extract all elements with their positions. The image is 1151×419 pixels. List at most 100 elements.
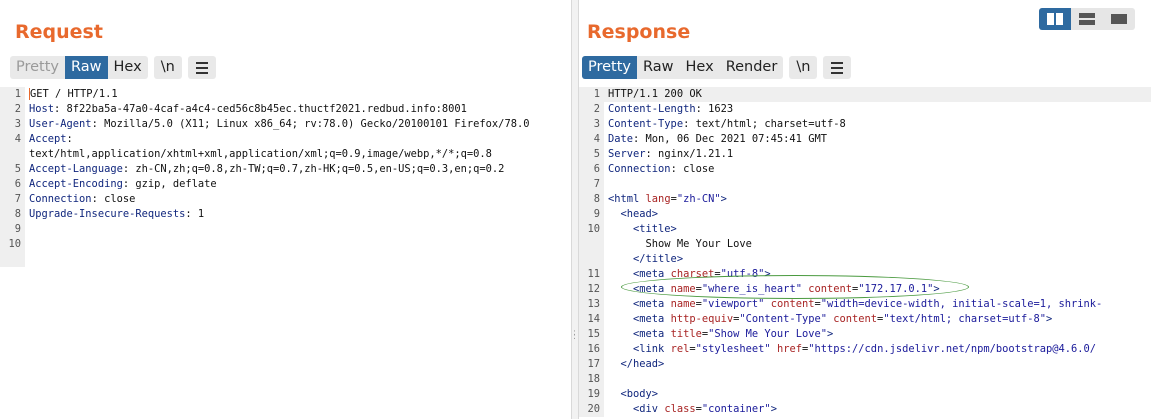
pane-divider[interactable] bbox=[571, 0, 579, 419]
code-token: name bbox=[670, 298, 696, 310]
code-text: Server: nginx/1.21.1 bbox=[604, 147, 733, 162]
code-token: HTTP/1.1 200 OK bbox=[608, 88, 702, 100]
line-number: 8 bbox=[0, 207, 25, 222]
code-token: > bbox=[770, 403, 777, 415]
tab-hex[interactable]: Hex bbox=[680, 56, 720, 79]
code-token: <head> bbox=[608, 208, 659, 220]
code-token: Show Me Your Love bbox=[608, 238, 752, 250]
line-number bbox=[579, 237, 604, 252]
code-line: 19 <body> bbox=[579, 387, 1151, 402]
layout-toggle-group bbox=[1039, 8, 1135, 30]
code-token: "172.17.0.1" bbox=[858, 283, 934, 295]
line-number: 14 bbox=[579, 312, 604, 327]
code-token: <html bbox=[608, 193, 646, 205]
line-number: 10 bbox=[579, 222, 604, 237]
code-line: 9 bbox=[0, 222, 571, 237]
line-number: 1 bbox=[579, 87, 604, 102]
code-line bbox=[0, 252, 571, 267]
code-token: Connection bbox=[29, 193, 92, 205]
code-text: GET / HTTP/1.1 bbox=[25, 87, 118, 102]
code-text: Accept-Encoding: gzip, deflate bbox=[25, 177, 217, 192]
line-number: 16 bbox=[579, 342, 604, 357]
code-line: 12 <meta name="where_is_heart" content="… bbox=[579, 282, 1151, 297]
response-viewer[interactable]: 1 HTTP/1.1 200 OK 2 Content-Length: 1623 3 Co… bbox=[579, 87, 1151, 417]
code-line: </title> bbox=[579, 252, 1151, 267]
code-token: "width=device-width, initial-scale=1, sh… bbox=[820, 298, 1103, 310]
line-number: 8 bbox=[579, 192, 604, 207]
code-token: rel bbox=[670, 343, 690, 355]
code-token: <body> bbox=[608, 388, 659, 400]
response-newline-toggle[interactable]: \n bbox=[789, 56, 818, 79]
code-text: <div class="container"> bbox=[604, 402, 777, 417]
tab-hex[interactable]: Hex bbox=[108, 56, 148, 79]
line-number: 17 bbox=[579, 357, 604, 372]
code-text: <link rel="stylesheet" href="https://cdn… bbox=[604, 342, 1096, 357]
code-token: User-Agent bbox=[29, 118, 92, 130]
request-menu-button[interactable] bbox=[187, 56, 216, 79]
code-line: 1 HTTP/1.1 200 OK bbox=[579, 87, 1151, 102]
code-text: </head> bbox=[604, 357, 665, 372]
code-token: Content-Length bbox=[608, 103, 696, 115]
line-number: 9 bbox=[579, 207, 604, 222]
code-line: 10 bbox=[0, 237, 571, 252]
code-token: http-equiv bbox=[670, 313, 734, 325]
response-pane: Response Pretty Raw Hex Render \n 1 HTTP/1.1… bbox=[579, 0, 1151, 419]
request-newline-toggle[interactable]: \n bbox=[153, 56, 182, 79]
code-line: 4 Date: Mon, 06 Dec 2021 07:45:41 GMT bbox=[579, 132, 1151, 147]
code-line: 9 <head> bbox=[579, 207, 1151, 222]
single-pane-icon[interactable] bbox=[1103, 8, 1135, 30]
code-line: 2 Host: 8f22ba5a-47a0-4caf-a4c4-ced56c8b4… bbox=[0, 102, 571, 117]
code-token: : text/html; charset=utf-8 bbox=[683, 118, 846, 130]
code-token: : close bbox=[670, 163, 715, 175]
line-number: 4 bbox=[579, 132, 604, 147]
code-token: "text/html; charset=utf-8" bbox=[883, 313, 1046, 325]
code-token: <link bbox=[608, 343, 671, 355]
response-menu-button[interactable] bbox=[823, 56, 852, 79]
code-text: Accept: bbox=[25, 132, 73, 147]
code-line: 5 Server: nginx/1.21.1 bbox=[579, 147, 1151, 162]
code-text: Content-Length: 1623 bbox=[604, 102, 733, 117]
code-token: > bbox=[826, 328, 834, 340]
hamburger-icon-bar bbox=[195, 61, 208, 64]
code-token: lang bbox=[645, 193, 671, 205]
line-number: 20 bbox=[579, 402, 604, 417]
code-line: 5 Accept-Language: zh-CN,zh;q=0.8,zh-TW;q… bbox=[0, 162, 571, 177]
code-token: Content-Type bbox=[608, 118, 684, 130]
line-number: 2 bbox=[0, 102, 25, 117]
request-tab-group: Pretty Raw Hex bbox=[10, 56, 148, 79]
line-number: 3 bbox=[0, 117, 25, 132]
code-text: Content-Type: text/html; charset=utf-8 bbox=[604, 117, 846, 132]
request-pane: Request Pretty Raw Hex \n 1 GET / HTTP/1.1 2… bbox=[0, 0, 571, 419]
side-by-side-icon[interactable] bbox=[1039, 8, 1071, 30]
code-token: : 1 bbox=[185, 208, 205, 220]
code-text: Connection: close bbox=[604, 162, 714, 177]
tab-pretty[interactable]: Pretty bbox=[10, 56, 65, 79]
code-token: class bbox=[664, 403, 696, 415]
line-number: 10 bbox=[0, 237, 25, 252]
line-number: 6 bbox=[579, 162, 604, 177]
hamburger-icon-bar bbox=[831, 61, 844, 64]
code-text: </title> bbox=[604, 252, 683, 267]
code-token: : bbox=[66, 133, 73, 145]
stacked-rows-icon[interactable] bbox=[1071, 8, 1103, 30]
code-token: "zh-CN" bbox=[676, 193, 721, 205]
request-editor[interactable]: 1 GET / HTTP/1.1 2 Host: 8f22ba5a-47a0-4caf… bbox=[0, 87, 571, 267]
code-token: name bbox=[670, 283, 696, 295]
code-text: <meta charset="utf-8"> bbox=[604, 267, 771, 282]
request-view-tabs: Pretty Raw Hex \n bbox=[10, 56, 216, 79]
tab-pretty[interactable]: Pretty bbox=[582, 56, 638, 79]
drag-handle-icon[interactable]: :: bbox=[573, 329, 576, 342]
code-line: 8 <html lang="zh-CN"> bbox=[579, 192, 1151, 207]
code-token: > bbox=[933, 283, 940, 295]
code-token: text/html,application/xhtml+xml,applicat… bbox=[29, 148, 492, 160]
tab-render[interactable]: Render bbox=[720, 56, 784, 79]
tab-raw[interactable]: Raw bbox=[637, 56, 680, 79]
code-line: 7 Connection: close bbox=[0, 192, 571, 207]
tab-raw[interactable]: Raw bbox=[65, 56, 108, 79]
code-text: Connection: close bbox=[25, 192, 135, 207]
code-token: Server bbox=[608, 148, 646, 160]
code-line: 20 <div class="container"> bbox=[579, 402, 1151, 417]
